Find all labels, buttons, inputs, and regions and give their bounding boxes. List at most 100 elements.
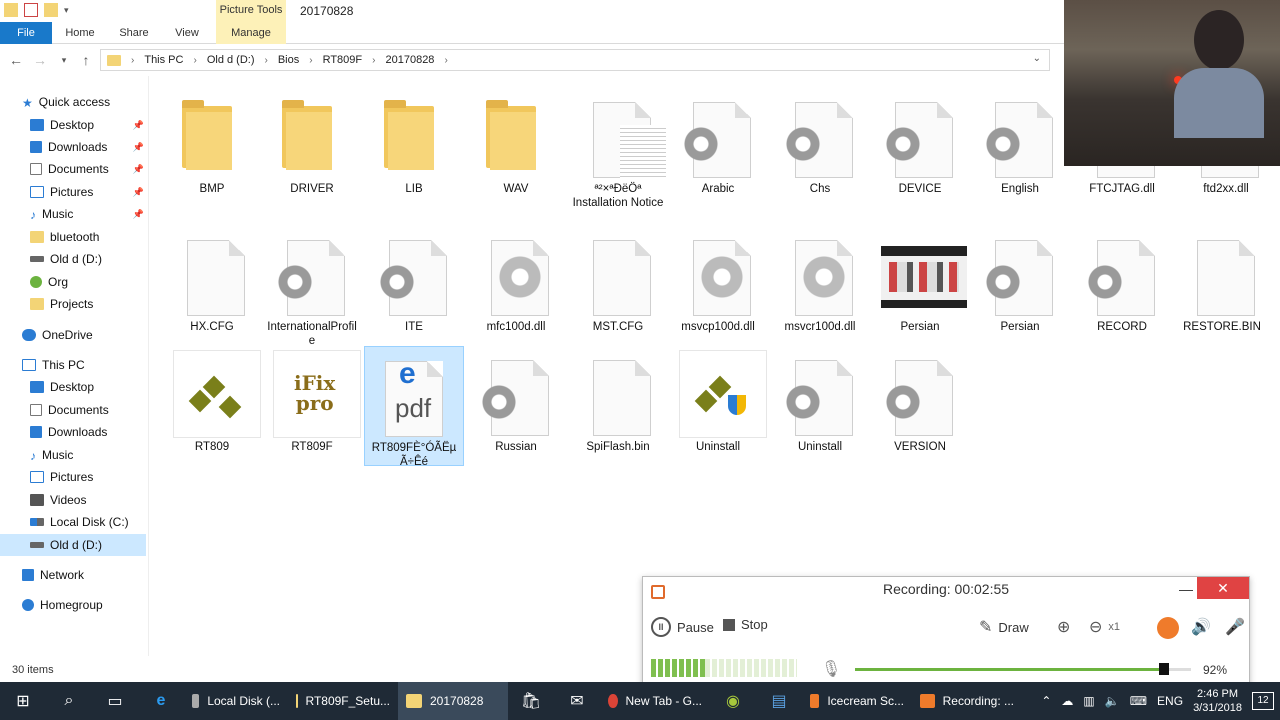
chevron-right-icon[interactable]: › xyxy=(193,55,196,66)
breadcrumb-rt809f[interactable]: RT809F xyxy=(323,54,363,66)
volume-slider[interactable] xyxy=(855,663,1191,675)
chevron-right-icon[interactable]: › xyxy=(309,55,312,66)
chevron-right-icon[interactable]: › xyxy=(372,55,375,66)
chevron-right-icon[interactable]: › xyxy=(444,55,447,66)
file-item[interactable]: VERSION xyxy=(870,346,970,466)
app-icon[interactable]: ▤ xyxy=(756,682,802,720)
up-arrow-icon[interactable]: ↑ xyxy=(78,52,94,68)
nav-pc-old-d[interactable]: Old d (D:) xyxy=(0,534,146,556)
speaker-toggle[interactable]: 🔊 xyxy=(1191,617,1211,637)
task-icecream[interactable]: Icecream Sc... xyxy=(802,682,912,720)
pin-icon[interactable]: 📌 xyxy=(133,187,144,198)
task-rt809f-setup[interactable]: RT809F_Setu... xyxy=(288,682,398,720)
recent-locations-icon[interactable]: ▾ xyxy=(56,52,72,68)
nav-this-pc[interactable]: This PC xyxy=(22,354,168,376)
tab-file[interactable]: File xyxy=(0,22,52,44)
pause-button[interactable]: II Pause xyxy=(651,617,714,637)
file-item[interactable]: MST.CFG xyxy=(568,226,668,346)
close-icon[interactable]: ✕ xyxy=(1197,577,1249,599)
keyboard-icon[interactable]: ⌨ xyxy=(1130,694,1147,708)
breadcrumb-bios[interactable]: Bios xyxy=(278,54,299,66)
task-20170828[interactable]: 20170828 xyxy=(398,682,508,720)
mail-icon[interactable]: ✉ xyxy=(554,682,600,720)
minimize-icon[interactable]: — xyxy=(1179,581,1193,597)
zoom-in-button[interactable]: ⊕ xyxy=(1057,617,1070,637)
file-item[interactable]: Arabic xyxy=(668,88,768,208)
file-item[interactable]: ª²×ªÐëÖª Installation Notice xyxy=(568,88,668,209)
item-count: 30 items xyxy=(12,664,54,676)
pin-icon[interactable]: 📌 xyxy=(133,164,144,175)
task-local-disk[interactable]: Local Disk (... xyxy=(184,682,288,720)
store-icon[interactable]: 🛍 xyxy=(508,682,554,720)
onedrive-icon[interactable]: ☁ xyxy=(1061,694,1073,708)
file-item[interactable]: BMP xyxy=(162,88,262,208)
edge-icon[interactable]: e xyxy=(138,682,184,720)
file-item[interactable]: Persian xyxy=(970,226,1070,346)
tab-view[interactable]: View xyxy=(166,22,208,44)
customize-qat-icon[interactable]: ▾ xyxy=(64,5,69,16)
file-item[interactable]: LIB xyxy=(364,88,464,208)
file-item[interactable]: SpiFlash.bin xyxy=(568,346,668,466)
task-recording[interactable]: Recording: ... xyxy=(912,682,1022,720)
file-item[interactable]: InternationalProfile xyxy=(262,226,362,347)
tab-manage[interactable]: Manage xyxy=(216,22,286,44)
breadcrumb-this-pc[interactable]: This PC xyxy=(144,54,183,66)
task-chrome-new-tab[interactable]: New Tab - G... xyxy=(600,682,710,720)
network-icon[interactable]: ▥ xyxy=(1083,694,1094,708)
file-item[interactable]: mfc100d.dll xyxy=(466,226,566,346)
windows-start-icon[interactable]: ⊞ xyxy=(0,682,46,720)
file-item[interactable]: English xyxy=(970,88,1070,208)
stop-button[interactable]: Stop xyxy=(723,617,768,632)
forward-arrow-icon[interactable]: → xyxy=(32,52,48,68)
webcam-toggle[interactable] xyxy=(1157,617,1179,639)
pin-icon[interactable]: 📌 xyxy=(133,209,144,220)
zoom-out-button[interactable]: ⊖ x1 xyxy=(1089,617,1120,637)
file-item[interactable]: Uninstall xyxy=(668,346,768,466)
file-item[interactable]: DRIVER xyxy=(262,88,362,208)
file-item[interactable]: RT809 xyxy=(162,346,262,466)
clock[interactable]: 2:46 PM 3/31/2018 xyxy=(1193,687,1242,715)
nav-onedrive[interactable]: OneDrive xyxy=(22,324,168,346)
file-item[interactable]: WAV xyxy=(466,88,566,208)
file-item[interactable]: Persian xyxy=(870,226,970,346)
file-item[interactable]: RECORD xyxy=(1072,226,1172,346)
file-item[interactable]: msvcr100d.dll xyxy=(770,226,870,346)
volume-knob[interactable] xyxy=(1159,663,1170,675)
tab-home[interactable]: Home xyxy=(58,22,102,44)
back-arrow-icon[interactable]: ← xyxy=(8,52,24,68)
file-item[interactable]: e pdf RT809FÈ°ÓÃËµÃ÷Êé xyxy=(364,346,464,468)
file-item[interactable]: RESTORE.BIN xyxy=(1172,226,1272,346)
pin-icon[interactable]: 📌 xyxy=(133,120,144,131)
breadcrumb-20170828[interactable]: 20170828 xyxy=(385,54,434,66)
breadcrumb-old-d[interactable]: Old d (D:) xyxy=(207,54,255,66)
nav-quick-access[interactable]: ★ Quick access xyxy=(22,91,168,113)
breadcrumb[interactable]: › This PC › Old d (D:) › Bios › RT809F ›… xyxy=(100,49,1050,71)
properties-icon[interactable] xyxy=(24,3,38,17)
search-icon[interactable]: ⌕ xyxy=(46,682,92,720)
file-item[interactable]: Chs xyxy=(770,88,870,208)
chevron-up-icon[interactable]: ⌃ xyxy=(1041,694,1051,708)
nav-homegroup[interactable]: Homegroup xyxy=(22,594,168,616)
file-item[interactable]: Uninstall xyxy=(770,346,870,466)
app-icon[interactable]: ◉ xyxy=(710,682,756,720)
file-item[interactable]: Russian xyxy=(466,346,566,466)
file-item[interactable]: iFix pro RT809F xyxy=(262,346,362,466)
mic-toggle[interactable]: 🎤 xyxy=(1225,617,1245,637)
chevron-right-icon[interactable]: › xyxy=(265,55,268,66)
notification-center-icon[interactable]: 12 xyxy=(1252,692,1274,710)
file-item[interactable]: ITE xyxy=(364,226,464,346)
chevron-down-icon[interactable]: ⌄ xyxy=(1033,53,1041,64)
file-item[interactable]: HX.CFG xyxy=(162,226,262,346)
new-folder-icon[interactable] xyxy=(44,3,58,17)
chevron-right-icon[interactable]: › xyxy=(131,55,134,66)
folder-icon[interactable] xyxy=(4,3,18,17)
draw-button[interactable]: ✎ Draw xyxy=(979,617,1029,637)
language-indicator[interactable]: ENG xyxy=(1157,694,1183,708)
nav-network[interactable]: Network xyxy=(22,564,168,586)
file-item[interactable]: DEVICE xyxy=(870,88,970,208)
pin-icon[interactable]: 📌 xyxy=(133,142,144,153)
tab-share[interactable]: Share xyxy=(112,22,156,44)
file-item[interactable]: msvcp100d.dll xyxy=(668,226,768,346)
volume-icon[interactable]: 🔈 xyxy=(1105,694,1120,708)
task-view-icon[interactable]: ▭ xyxy=(92,682,138,720)
